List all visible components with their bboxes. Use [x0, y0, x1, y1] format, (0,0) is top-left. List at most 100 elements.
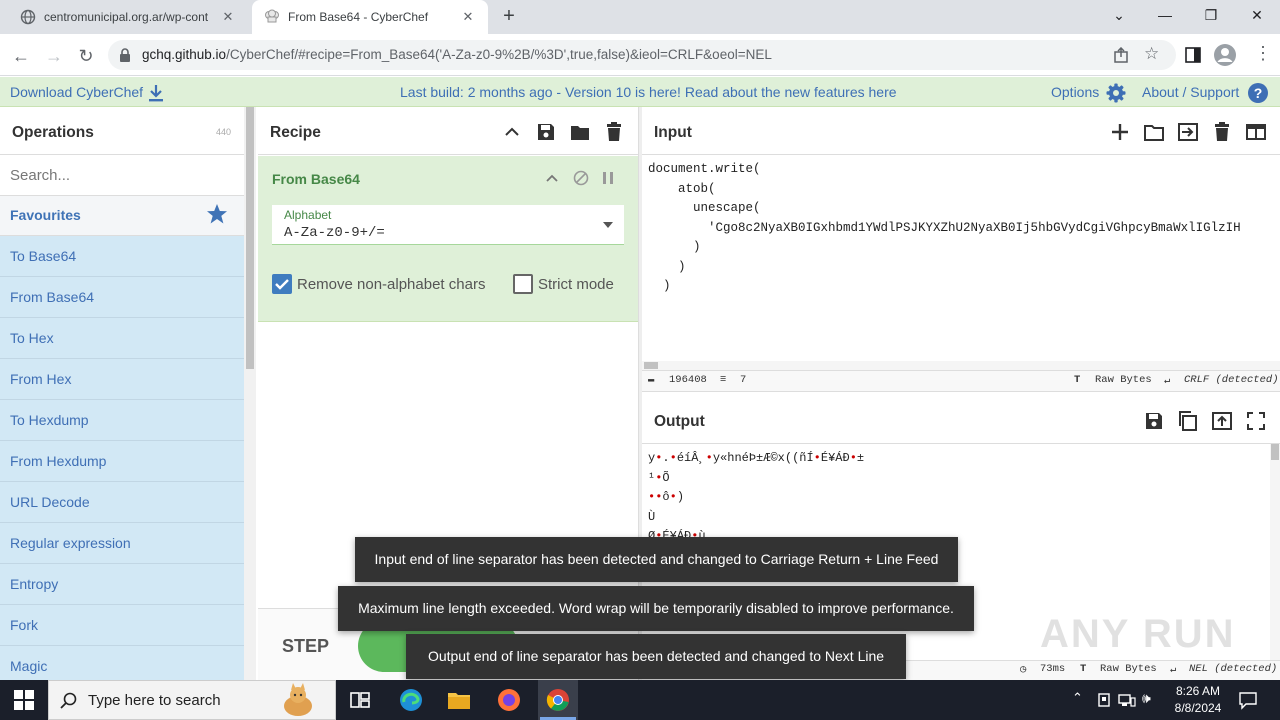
- disable-operation-icon[interactable]: [573, 170, 589, 186]
- output-eol[interactable]: NEL (detected): [1189, 663, 1277, 675]
- browser-tab-centromunicipal[interactable]: centromunicipal.org.ar/wp-cont ✕: [8, 0, 248, 34]
- reload-button[interactable]: ↻: [75, 45, 97, 67]
- operations-scrollbar-thumb[interactable]: [246, 107, 254, 369]
- maximise-output-icon[interactable]: [1245, 410, 1267, 432]
- operation-url-decode[interactable]: URL Decode: [0, 482, 244, 523]
- clear-recipe-trash-icon[interactable]: [603, 121, 625, 143]
- toast-input-eol[interactable]: Input end of line separator has been det…: [355, 537, 958, 582]
- about-support-link[interactable]: About / Support: [1142, 84, 1239, 100]
- star-icon[interactable]: [206, 203, 228, 225]
- download-icon[interactable]: [148, 84, 164, 102]
- operation-from-hex[interactable]: From Hex: [0, 359, 244, 400]
- output-vertical-scrollbar[interactable]: [1270, 444, 1280, 660]
- replace-input-icon[interactable]: [1211, 410, 1233, 432]
- side-panel-icon[interactable]: [1185, 47, 1201, 63]
- favourites-label: Favourites: [10, 207, 81, 223]
- profile-avatar-icon[interactable]: [1214, 44, 1236, 66]
- toast-line-length[interactable]: Maximum line length exceeded. Word wrap …: [338, 586, 974, 631]
- operation-to-base64[interactable]: To Base64: [0, 236, 244, 277]
- output-line: ••ô•): [648, 490, 685, 504]
- new-tab-button[interactable]: +: [498, 6, 520, 28]
- cat-illustration-icon: [284, 683, 312, 716]
- chef-hat-icon: [265, 9, 279, 23]
- save-recipe-icon[interactable]: [535, 121, 557, 143]
- operation-name: From Base64: [272, 171, 360, 187]
- output-bake-time: 73ms: [1040, 663, 1066, 675]
- caret-down-icon[interactable]: [603, 222, 613, 228]
- edge-browser-icon[interactable]: [399, 688, 423, 712]
- remove-nonalpha-label[interactable]: Remove non-alphabet chars: [297, 276, 485, 293]
- open-folder-icon[interactable]: [1143, 121, 1165, 143]
- notification-center-icon[interactable]: [1238, 690, 1258, 710]
- file-explorer-icon[interactable]: [447, 688, 471, 712]
- operations-list: To Base64 From Base64 To Hex From Hex To…: [0, 236, 244, 680]
- output-scroll-thumb[interactable]: [1271, 444, 1279, 460]
- share-icon[interactable]: [1113, 47, 1131, 63]
- minimize-button[interactable]: —: [1142, 0, 1188, 32]
- chevron-up-icon[interactable]: [544, 171, 560, 185]
- restore-button[interactable]: ❐: [1188, 0, 1234, 32]
- operation-from-base64[interactable]: From Base64: [0, 277, 244, 318]
- url-text[interactable]: gchq.github.io/CyberChef/#recipe=From_Ba…: [142, 47, 772, 62]
- operation-to-hex[interactable]: To Hex: [0, 318, 244, 359]
- browser-menu-icon[interactable]: ⋮: [1254, 43, 1272, 64]
- input-char-encoding[interactable]: Raw Bytes: [1095, 374, 1152, 386]
- input-scroll-thumb[interactable]: [644, 362, 658, 369]
- operations-search-input[interactable]: [0, 156, 244, 196]
- operation-to-hexdump[interactable]: To Hexdump: [0, 400, 244, 441]
- version-notice-link[interactable]: Last build: 2 months ago - Version 10 is…: [400, 84, 897, 100]
- pause-breakpoint-icon[interactable]: [602, 171, 614, 185]
- operation-fork[interactable]: Fork: [0, 605, 244, 646]
- strict-mode-label[interactable]: Strict mode: [538, 276, 614, 293]
- download-cyberchef-link[interactable]: Download CyberChef: [10, 84, 143, 100]
- chrome-icon[interactable]: [546, 688, 570, 712]
- input-lines: 7: [740, 374, 747, 386]
- show-hidden-icons-chevron-icon[interactable]: ⌃: [1072, 690, 1083, 706]
- input-eol[interactable]: CRLF (detected): [1184, 374, 1279, 386]
- gear-icon[interactable]: [1106, 83, 1126, 103]
- url-host: gchq.github.io: [142, 47, 227, 62]
- close-tab-icon[interactable]: ✕: [460, 9, 476, 25]
- lock-icon[interactable]: [118, 47, 132, 63]
- network-device-icon[interactable]: [1096, 692, 1112, 708]
- operation-entropy[interactable]: Entropy: [0, 564, 244, 605]
- step-button[interactable]: STEP: [282, 636, 329, 657]
- text-format-icon: T: [1080, 663, 1087, 675]
- collapse-chevron-up-icon[interactable]: [501, 121, 523, 143]
- firefox-icon[interactable]: [497, 688, 521, 712]
- task-view-icon[interactable]: [348, 688, 372, 712]
- open-file-input-icon[interactable]: [1177, 121, 1199, 143]
- input-horizontal-scrollbar[interactable]: [642, 361, 1280, 370]
- strict-mode-checkbox[interactable]: [513, 274, 533, 294]
- forward-button[interactable]: →: [43, 45, 65, 67]
- close-window-button[interactable]: ✕: [1234, 0, 1280, 32]
- help-icon[interactable]: ?: [1248, 83, 1268, 103]
- length-icon: ▬: [648, 374, 655, 386]
- network-icon[interactable]: [1118, 692, 1136, 708]
- clear-input-trash-icon[interactable]: [1211, 121, 1233, 143]
- input-textarea[interactable]: document.write( atob( unescape( 'Cgo8c2N…: [648, 160, 1280, 360]
- taskbar-clock[interactable]: 8:26 AM 8/8/2024: [1166, 683, 1230, 717]
- load-recipe-folder-icon[interactable]: [569, 121, 591, 143]
- operation-magic[interactable]: Magic: [0, 646, 244, 680]
- copy-output-icon[interactable]: [1177, 410, 1199, 432]
- close-tab-icon[interactable]: ✕: [220, 9, 236, 25]
- windows-start-icon[interactable]: [14, 690, 34, 710]
- browser-tab-cyberchef[interactable]: From Base64 - CyberChef ✕: [252, 0, 488, 34]
- back-button[interactable]: ←: [10, 45, 32, 67]
- search-icon: [60, 692, 77, 709]
- operation-regular-expression[interactable]: Regular expression: [0, 523, 244, 564]
- volume-icon[interactable]: 🕪: [1142, 690, 1151, 707]
- reset-layout-icon[interactable]: [1245, 121, 1267, 143]
- remove-nonalpha-checkbox[interactable]: [272, 274, 292, 294]
- add-input-tab-icon[interactable]: [1109, 121, 1131, 143]
- bookmark-star-icon[interactable]: ☆: [1144, 44, 1159, 64]
- toast-output-eol[interactable]: Output end of line separator has been de…: [406, 634, 906, 679]
- operations-title: Operations: [12, 124, 94, 141]
- options-link[interactable]: Options: [1051, 84, 1099, 100]
- save-output-icon[interactable]: [1143, 410, 1165, 432]
- operation-from-hexdump[interactable]: From Hexdump: [0, 441, 244, 482]
- output-char-encoding[interactable]: Raw Bytes: [1100, 663, 1157, 675]
- alphabet-value[interactable]: A-Za-z0-9+/=: [284, 225, 385, 241]
- tab-search-chevron-icon[interactable]: ⌄: [1096, 0, 1142, 32]
